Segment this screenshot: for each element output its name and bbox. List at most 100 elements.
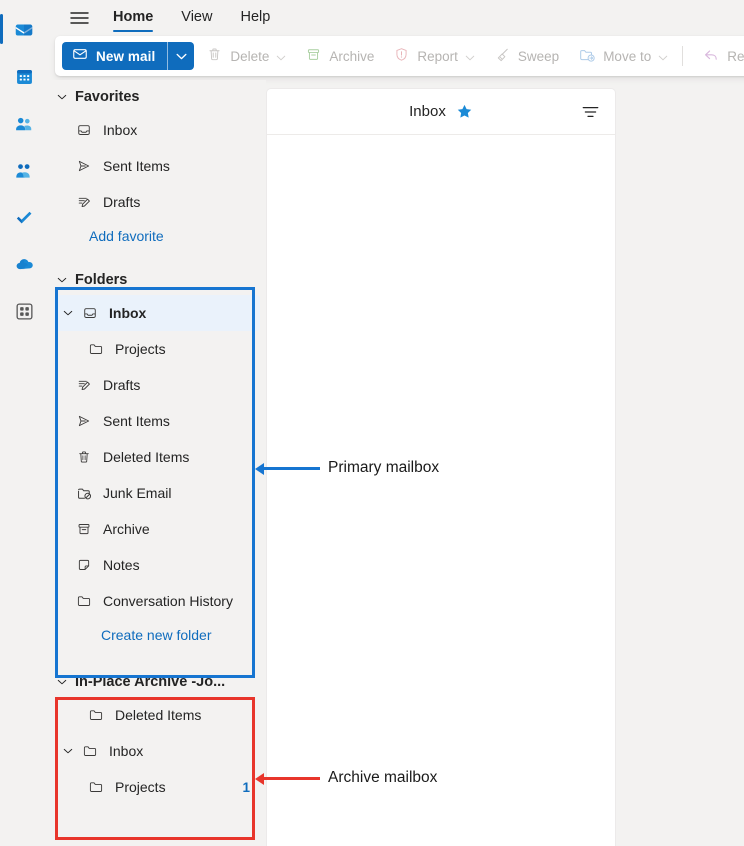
ribbon-toolbar: New mail Delete [55,36,744,76]
archive-annotation-label: Archive mailbox [328,769,437,787]
delete-label: Delete [230,49,269,64]
favorite-label: Drafts [103,194,260,210]
primary-annotation-label: Primary mailbox [328,459,439,477]
folder-icon [74,593,94,609]
new-mail-main[interactable]: New mail [62,42,167,70]
folder-pane: Favorites Inbox Sent Items Drafts A [48,80,266,846]
mail-app-icon[interactable] [0,6,48,53]
send-icon [74,158,94,174]
folder-item-projects[interactable]: Projects [54,331,260,367]
move-to-button[interactable]: Move to [571,41,675,71]
chevron-down-icon[interactable] [276,49,286,64]
archive-box-icon [305,46,322,66]
folder-label: Junk Email [103,485,260,501]
folder-block-icon [74,485,94,502]
more-apps-icon[interactable] [0,288,48,335]
archive-annotation-line [258,777,320,780]
teams-app-icon[interactable] [0,147,48,194]
tab-help[interactable]: Help [229,0,281,36]
hamburger-icon[interactable] [62,2,96,34]
inbox-icon [74,122,94,138]
star-filled-icon[interactable] [456,103,473,120]
archive-folder-projects[interactable]: Projects 1 [54,769,260,805]
archive-mailbox-title: In-Place Archive -Jo... [75,674,225,690]
onedrive-app-icon[interactable] [0,241,48,288]
folder-label: Deleted Items [103,449,260,465]
note-icon [74,557,94,573]
folder-label: Drafts [103,377,260,393]
folder-item-drafts[interactable]: Drafts [54,367,260,403]
chevron-down-icon[interactable] [465,49,475,64]
report-button[interactable]: Report [386,41,482,71]
folder-label: Notes [103,557,260,573]
folder-label: Sent Items [103,413,260,429]
favorite-item-drafts[interactable]: Drafts [54,184,260,220]
message-list-header: Inbox [267,89,615,135]
new-mail-button[interactable]: New mail [62,42,194,70]
send-icon [74,413,94,429]
draft-pencil-icon [74,377,94,393]
top-tab-bar: Home View Help [48,0,744,36]
reply-button[interactable]: Rep [695,41,744,71]
favorite-item-sent-items[interactable]: Sent Items [54,148,260,184]
favorites-group-header[interactable]: Favorites [48,82,266,112]
broom-icon [494,46,511,66]
move-to-label: Move to [603,49,651,64]
archive-annotation-arrow [255,773,264,785]
folder-item-deleted-items[interactable]: Deleted Items [54,439,260,475]
message-list-empty-area [267,135,615,845]
archive-folder-inbox[interactable]: Inbox [54,733,260,769]
archive-folder-label: Deleted Items [115,707,260,723]
app-rail [0,0,48,846]
chevron-down-icon [56,679,68,685]
folders-group-header[interactable]: Folders [48,265,266,295]
folder-item-inbox[interactable]: Inbox [54,295,260,331]
sweep-label: Sweep [518,49,559,64]
archive-mailbox-header[interactable]: In-Place Archive -Jo... [48,667,266,697]
folder-item-sent-items[interactable]: Sent Items [54,403,260,439]
filter-icon[interactable] [579,101,601,123]
shield-warning-icon [393,46,410,66]
favorite-item-inbox[interactable]: Inbox [54,112,260,148]
archive-button[interactable]: Archive [298,41,381,71]
archive-folder-deleted-items[interactable]: Deleted Items [54,697,260,733]
chevron-down-icon[interactable] [62,748,74,754]
chevron-down-icon[interactable] [62,310,74,316]
delete-button[interactable]: Delete [199,41,293,71]
folder-item-junk-email[interactable]: Junk Email [54,475,260,511]
folder-item-notes[interactable]: Notes [54,547,260,583]
folder-arrow-icon [578,46,596,67]
draft-pencil-icon [74,194,94,210]
sweep-button[interactable]: Sweep [487,41,566,71]
tab-home[interactable]: Home [102,0,164,36]
favorites-title: Favorites [75,89,139,105]
calendar-app-icon[interactable] [0,53,48,100]
archive-box-icon [74,521,94,537]
create-new-folder-link[interactable]: Create new folder [48,619,266,651]
add-favorite-link[interactable]: Add favorite [48,220,266,252]
primary-annotation-arrow [255,463,264,475]
folder-label: Inbox [109,305,260,321]
chevron-down-icon [56,94,68,100]
folders-title: Folders [75,272,127,288]
new-mail-dropdown[interactable] [167,42,194,70]
todo-app-icon[interactable] [0,194,48,241]
mail-icon [72,46,88,67]
folder-icon [86,707,106,723]
archive-folder-label: Inbox [109,743,260,759]
folder-item-conversation-history[interactable]: Conversation History [54,583,260,619]
people-app-icon[interactable] [0,100,48,147]
primary-annotation-line [258,467,320,470]
report-label: Report [417,49,458,64]
new-mail-label: New mail [96,49,155,64]
reply-label: Rep [727,49,744,64]
folder-item-archive[interactable]: Archive [54,511,260,547]
folder-icon [86,779,106,795]
favorite-label: Inbox [103,122,260,138]
inbox-icon [80,305,100,321]
toolbar-divider [682,46,683,66]
tab-view[interactable]: View [170,0,223,36]
folder-icon [80,743,100,759]
chevron-down-icon[interactable] [658,49,668,64]
trash-icon [74,449,94,465]
